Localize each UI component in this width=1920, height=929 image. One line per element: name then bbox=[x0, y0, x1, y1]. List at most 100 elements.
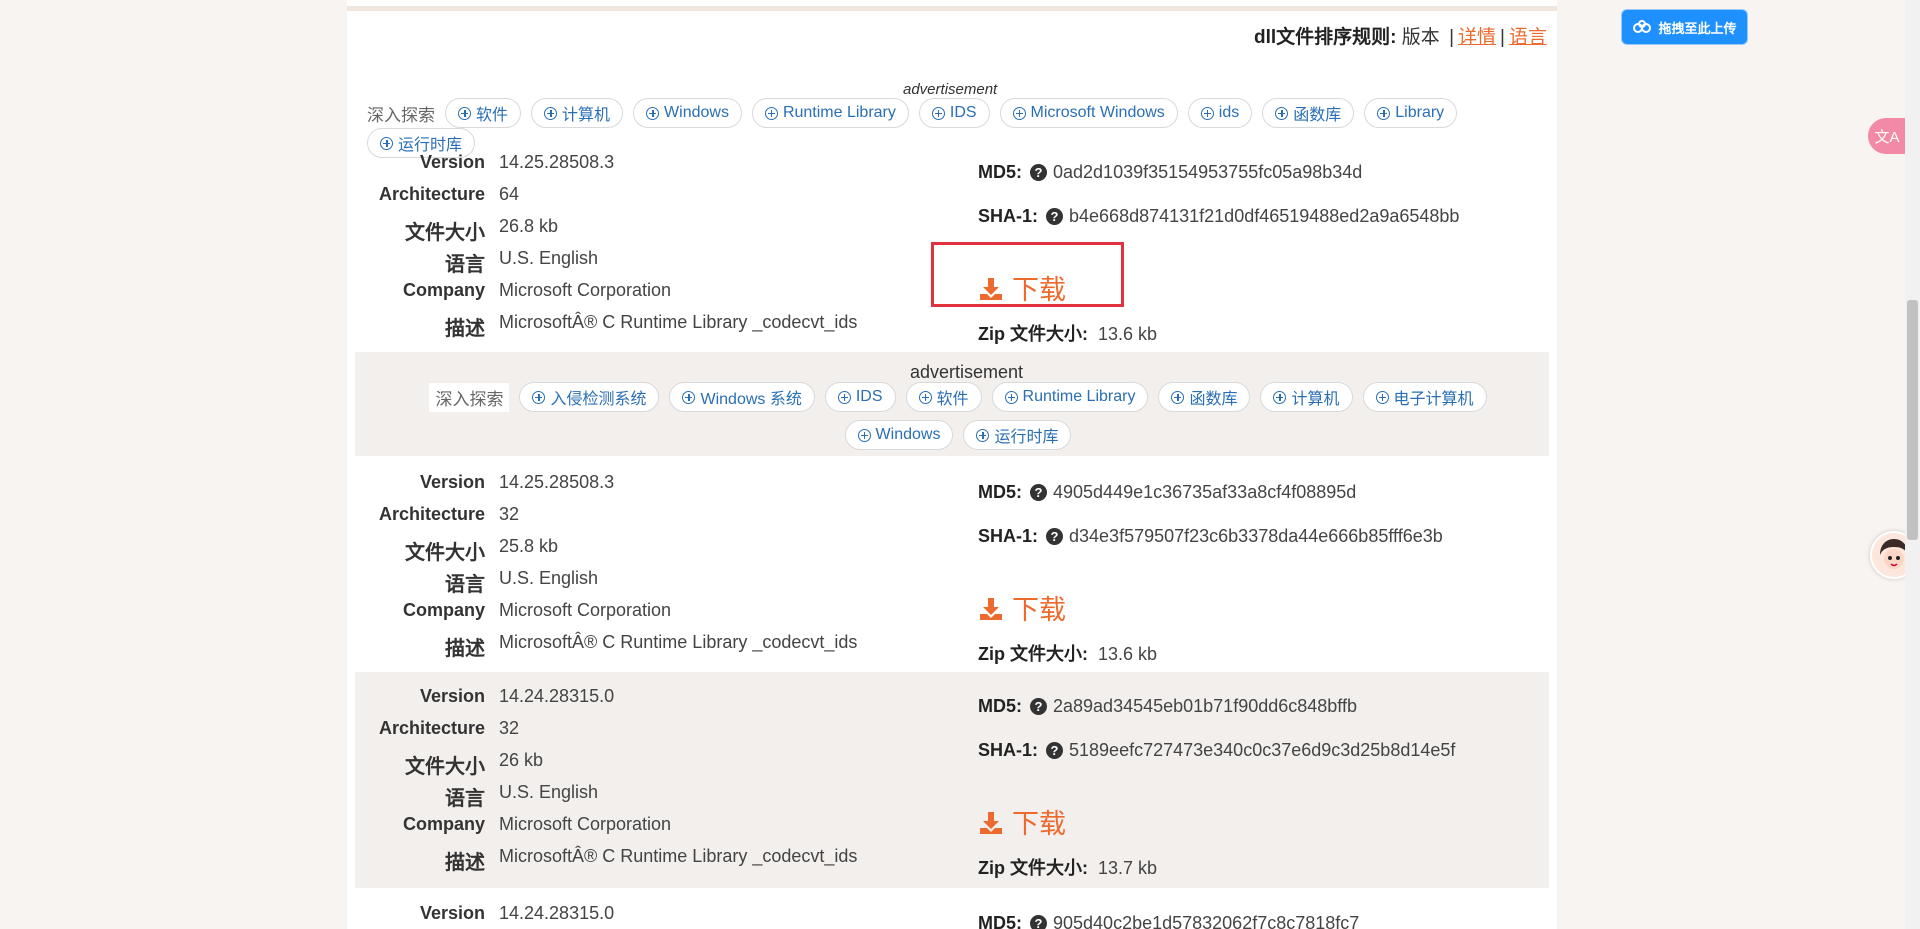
explore-tags-row: 深入探索 软件 计算机 Windows Runtime Library IDS Micro… bbox=[367, 98, 1552, 158]
help-icon[interactable]: ? bbox=[1046, 208, 1064, 225]
sort-label: dll文件排序规则: bbox=[1254, 27, 1397, 48]
plus-circle-icon bbox=[1273, 390, 1287, 404]
architecture-row: Architecture 32 bbox=[355, 718, 519, 750]
zip-size-row: Zip 文件大小: 13.6 kb bbox=[978, 640, 1157, 666]
download-icon bbox=[980, 812, 1002, 834]
company-row: Company Microsoft Corporation bbox=[355, 280, 671, 312]
sort-separator: | bbox=[1449, 27, 1455, 48]
version-row: Version 14.24.28315.0 bbox=[355, 903, 614, 929]
md5-row: MD5:? 2a89ad34545eb01b71f90dd6c848bffb bbox=[978, 696, 1357, 717]
plus-circle-icon bbox=[532, 390, 546, 404]
explore-tag[interactable]: 入侵检测系统 bbox=[519, 382, 660, 412]
filesize-row: 文件大小 26.8 kb bbox=[355, 216, 558, 248]
upload-drop-button[interactable]: 拖拽至此上传 bbox=[1621, 9, 1748, 45]
help-icon[interactable]: ? bbox=[1030, 484, 1047, 501]
version-value: 14.25.28508.3 bbox=[499, 152, 615, 172]
company-value: Microsoft Corporation bbox=[499, 814, 672, 834]
advertisement-label: advertisement bbox=[910, 362, 1024, 382]
explore-tag[interactable]: ids bbox=[1187, 98, 1253, 128]
explore-tag[interactable]: IDS bbox=[918, 98, 990, 128]
version-row: Version 14.24.28315.0 bbox=[355, 686, 614, 718]
plus-circle-icon bbox=[931, 106, 945, 120]
explore-tag[interactable]: 运行时库 bbox=[963, 420, 1072, 450]
filesize-value: 26 kb bbox=[499, 750, 544, 770]
sha1-value: b4e668d874131f21d0df46519488ed2a9a6548bb bbox=[1069, 206, 1460, 226]
explore-tag[interactable]: IDS bbox=[824, 382, 896, 412]
explore-tag[interactable]: 计算机 bbox=[1260, 382, 1353, 412]
plus-circle-icon bbox=[682, 390, 696, 404]
advertisement-label: advertisement bbox=[903, 81, 998, 98]
plus-circle-icon bbox=[544, 106, 558, 120]
version-row: Version 14.25.28508.3 bbox=[355, 472, 614, 504]
zip-size-value: 13.7 kb bbox=[1098, 858, 1158, 878]
sha1-value: 5189eefc727473e340c0c37e6d9c3d25b8d14e5f bbox=[1069, 740, 1456, 760]
architecture-key: Architecture bbox=[378, 184, 485, 204]
help-icon[interactable]: ? bbox=[1030, 698, 1047, 715]
explore-tag[interactable]: Windows bbox=[844, 420, 954, 450]
explore-tag[interactable]: Microsoft Windows bbox=[999, 98, 1178, 128]
zip-size-label: Zip 文件大小: bbox=[978, 858, 1088, 878]
language-row: 语言 U.S. English bbox=[355, 782, 598, 814]
explore-tag[interactable]: 软件 bbox=[445, 98, 522, 128]
description-key: 描述 bbox=[445, 638, 485, 660]
explore-tag-label: 函数库 bbox=[1189, 391, 1238, 408]
language-key: 语言 bbox=[445, 254, 485, 276]
architecture-key: Architecture bbox=[378, 718, 485, 738]
explore-tag[interactable]: Windows 系统 bbox=[669, 382, 815, 412]
help-icon[interactable]: ? bbox=[1046, 528, 1064, 545]
sha1-label: SHA-1: bbox=[978, 740, 1039, 760]
explore-tag[interactable]: Windows bbox=[633, 98, 742, 128]
version-key: Version bbox=[419, 903, 485, 923]
vertical-scrollbar[interactable] bbox=[1905, 0, 1920, 929]
plus-circle-icon bbox=[458, 106, 471, 120]
explore-tag-label: IDS bbox=[855, 388, 883, 405]
sha1-label: SHA-1: bbox=[978, 206, 1039, 226]
explore-tag-label: IDS bbox=[949, 104, 977, 121]
download-label: 下载 bbox=[1012, 809, 1066, 839]
sort-separator: | bbox=[1500, 27, 1505, 48]
explore-tag[interactable]: Runtime Library bbox=[751, 98, 909, 128]
scrollbar-thumb[interactable] bbox=[1907, 300, 1918, 540]
plus-circle-icon bbox=[380, 136, 393, 150]
zip-size-label: Zip 文件大小: bbox=[978, 644, 1088, 664]
explore-tag[interactable]: 函数库 bbox=[1158, 382, 1251, 412]
sort-details-link[interactable]: 详情 bbox=[1458, 27, 1496, 48]
main-content: dll文件排序规则: 版本 | 详情 | 语言 advertisement 深入探索 … bbox=[347, 0, 1557, 929]
md5-value: 4905d449e1c36735af33a8cf4f08895d bbox=[1053, 482, 1357, 502]
explore-tag[interactable]: 计算机 bbox=[531, 98, 624, 128]
language-value: U.S. English bbox=[499, 782, 599, 802]
help-icon[interactable]: ? bbox=[1046, 742, 1064, 759]
explore-tag-label: Microsoft Windows bbox=[1030, 104, 1165, 121]
download-button[interactable]: 下载 bbox=[978, 588, 1066, 627]
explore-tag-label: Windows bbox=[875, 426, 941, 443]
translate-icon[interactable]: 文A bbox=[1868, 118, 1906, 154]
explore-tag[interactable]: Library bbox=[1364, 98, 1458, 128]
sha1-row: SHA-1:? d34e3f579507f23c6b3378da44e666b85… bbox=[978, 526, 1443, 547]
description-row: 描述 MicrosoftÂ® C Runtime Library _codecvt… bbox=[355, 846, 857, 878]
explore-tag[interactable]: 函数库 bbox=[1262, 98, 1355, 128]
zip-size-value: 13.6 kb bbox=[1098, 644, 1158, 664]
sort-language-link[interactable]: 语言 bbox=[1509, 27, 1547, 48]
explore-tag[interactable]: Runtime Library bbox=[991, 382, 1149, 412]
plus-circle-icon bbox=[1012, 106, 1026, 120]
zip-size-row: Zip 文件大小: 13.7 kb bbox=[978, 854, 1157, 880]
help-icon[interactable]: ? bbox=[1030, 915, 1047, 929]
download-button[interactable]: 下载 bbox=[978, 802, 1066, 841]
company-value: Microsoft Corporation bbox=[499, 600, 672, 620]
explore-tag[interactable]: 软件 bbox=[905, 382, 982, 412]
zip-size-row: Zip 文件大小: 13.6 kb bbox=[978, 320, 1157, 346]
explore-tag-label: 计算机 bbox=[562, 107, 611, 124]
language-value: U.S. English bbox=[499, 568, 599, 588]
plus-circle-icon bbox=[1200, 106, 1214, 120]
explore-tag[interactable]: 电子计算机 bbox=[1362, 382, 1487, 412]
description-value: MicrosoftÂ® C Runtime Library _codecvt_i… bbox=[499, 312, 858, 332]
plus-circle-icon bbox=[976, 428, 990, 442]
plus-circle-icon bbox=[1275, 106, 1289, 120]
filesize-row: 文件大小 25.8 kb bbox=[355, 536, 558, 568]
plus-circle-icon bbox=[918, 390, 932, 404]
plus-circle-icon bbox=[1377, 106, 1391, 120]
help-icon[interactable]: ? bbox=[1030, 164, 1047, 181]
md5-value: 905d40c2be1d57832062f7c8c7818fc7 bbox=[1053, 913, 1360, 929]
language-row: 语言 U.S. English bbox=[355, 568, 598, 600]
architecture-value: 64 bbox=[499, 184, 520, 204]
